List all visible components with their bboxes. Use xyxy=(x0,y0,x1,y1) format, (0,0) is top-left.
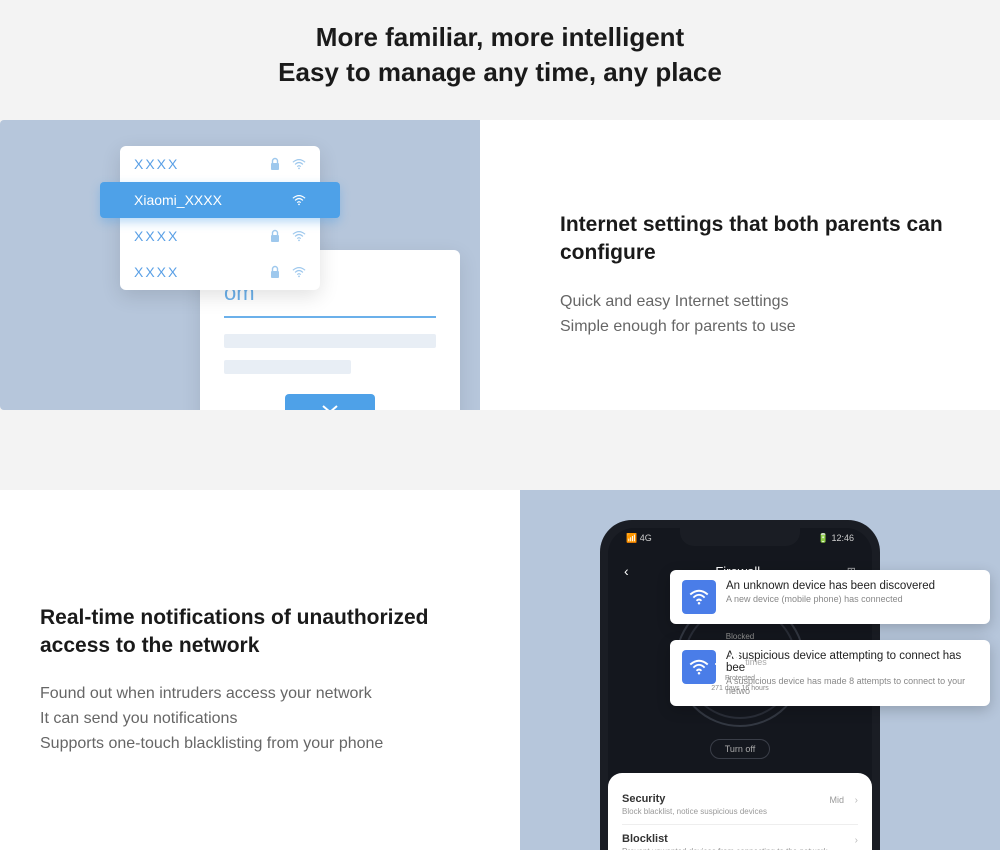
section2-heading: Real-time notifications of unauthorized … xyxy=(40,604,460,661)
gauge-label: Blocked xyxy=(726,632,754,641)
placeholder-line xyxy=(224,334,436,348)
notification-card: An unknown device has been discovered A … xyxy=(670,570,990,624)
notif-desc: A new device (mobile phone) has connecte… xyxy=(726,594,935,604)
settings-row[interactable]: Security Block blacklist, notice suspici… xyxy=(622,785,858,825)
notif-title: An unknown device has been discovered xyxy=(726,580,935,592)
section1-line1: Quick and easy Internet settings xyxy=(560,290,960,315)
section2-text: Real-time notifications of unauthorized … xyxy=(0,490,520,850)
hero-line2: Easy to manage any time, any place xyxy=(278,57,722,87)
section-internet-settings: om XXXX Xiaomi_XXXX XXXX XX xyxy=(0,120,1000,410)
settings-row[interactable]: Blocklist Prevent unwanted devices from … xyxy=(622,825,858,850)
section1-line2: Simple enough for parents to use xyxy=(560,315,960,340)
settings-desc: Block blacklist, notice suspicious devic… xyxy=(622,807,858,816)
section1-heading: Internet settings that both parents can … xyxy=(560,211,960,268)
wifi-item[interactable]: XXXX xyxy=(120,254,320,290)
turnoff-button[interactable]: Turn off xyxy=(710,739,771,759)
section2-line2: It can send you notifications xyxy=(40,707,460,732)
wifi-icon xyxy=(292,265,306,279)
signal-label: 📶 4G xyxy=(626,533,652,544)
wifi-item[interactable]: XXXX xyxy=(120,218,320,254)
wifi-name: Xiaomi_XXXX xyxy=(134,192,292,208)
gauge-number: 14times xyxy=(713,641,766,672)
section1-text: Internet settings that both parents can … xyxy=(480,120,1000,410)
wifi-item-selected[interactable]: Xiaomi_XXXX xyxy=(100,182,340,218)
hero-heading: More familiar, more intelligent Easy to … xyxy=(0,0,1000,120)
phone-notch xyxy=(680,528,800,546)
lock-icon xyxy=(268,229,282,243)
wifi-icon xyxy=(292,193,306,207)
chevron-right-icon: › xyxy=(855,835,858,846)
hero-line1: More familiar, more intelligent xyxy=(316,22,684,52)
lock-icon xyxy=(268,265,282,279)
phone-illustration: 📶 4G 🔋 12:46 ‹ Firewall ⊞ Blocked 14time… xyxy=(520,490,1000,850)
lock-icon xyxy=(268,157,282,171)
placeholder-line xyxy=(224,360,351,374)
settings-title: Security xyxy=(622,793,858,805)
wifi-list-panel: XXXX Xiaomi_XXXX XXXX XXXX xyxy=(120,146,320,290)
gauge-sub1: Protected xyxy=(725,675,755,682)
chevron-right-icon: › xyxy=(855,795,858,806)
wifi-icon xyxy=(292,157,306,171)
section-notifications: Real-time notifications of unauthorized … xyxy=(0,490,1000,850)
wifi-icon xyxy=(682,580,716,614)
settings-list: Security Block blacklist, notice suspici… xyxy=(608,773,872,850)
settings-value: Mid xyxy=(829,795,844,805)
wifi-item[interactable]: XXXX xyxy=(120,146,320,182)
confirm-button[interactable] xyxy=(285,394,375,410)
time-label: 🔋 12:46 xyxy=(818,533,854,544)
settings-title: Blocklist xyxy=(622,833,858,845)
gauge-sub2: 271 days 16 hours xyxy=(711,685,769,692)
wifi-name: XXXX xyxy=(134,228,268,244)
wifi-name: XXXX xyxy=(134,264,268,280)
wifi-icon xyxy=(292,229,306,243)
wifi-icon xyxy=(682,650,716,684)
wifi-illustration: om XXXX Xiaomi_XXXX XXXX XX xyxy=(0,120,480,410)
wifi-name: XXXX xyxy=(134,156,268,172)
back-icon[interactable]: ‹ xyxy=(624,563,629,579)
section2-line3: Supports one-touch blacklisting from you… xyxy=(40,732,460,757)
section2-line1: Found out when intruders access your net… xyxy=(40,682,460,707)
